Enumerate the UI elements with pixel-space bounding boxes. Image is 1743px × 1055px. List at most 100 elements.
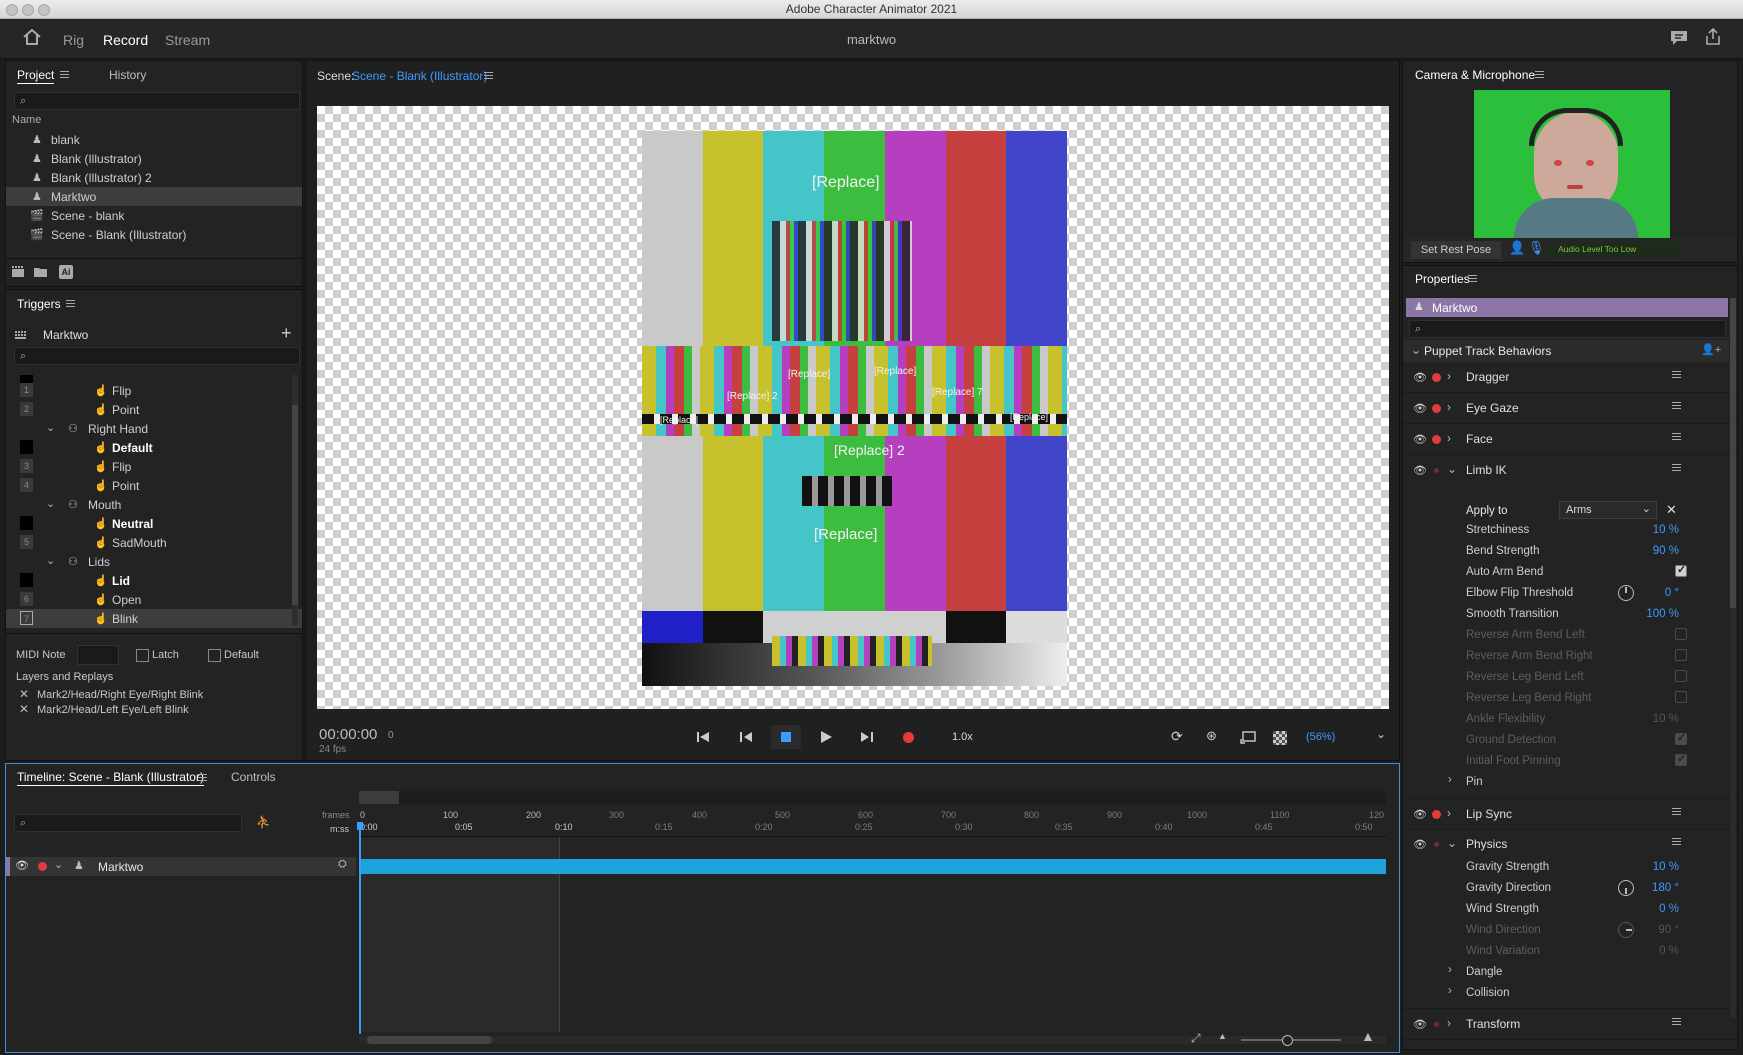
trigger-row[interactable]: ☝ Lid <box>6 571 302 590</box>
dangle-group-row[interactable]: › Dangle <box>1403 963 1737 982</box>
stop-button[interactable] <box>771 725 801 749</box>
triggers-menu-icon[interactable] <box>66 300 75 307</box>
eye-icon[interactable]: 👁 <box>1413 1018 1427 1031</box>
chevron-right-icon[interactable]: › <box>1448 964 1452 976</box>
track-options-icon[interactable]: ⛭ <box>338 858 347 871</box>
behavior-menu-icon[interactable] <box>1672 838 1681 845</box>
behavior-row[interactable]: 👁 › Eye Gaze <box>1403 393 1737 424</box>
remove-layer-icon[interactable]: ✕ <box>19 702 29 716</box>
record-arm-icon[interactable] <box>1434 468 1439 473</box>
chevron-down-icon[interactable]: ⌄ <box>1447 462 1457 476</box>
trigger-group-row[interactable]: ⌄ ⚇ Mouth <box>6 495 302 514</box>
chevron-right-icon[interactable]: › <box>1447 1016 1451 1030</box>
timeline-scrollbar[interactable] <box>359 1036 1386 1044</box>
add-behavior-icon[interactable]: 👤+ <box>1701 343 1721 356</box>
behavior-menu-icon[interactable] <box>1672 1018 1681 1025</box>
behavior-menu-icon[interactable] <box>1672 402 1681 409</box>
chevron-down-icon[interactable]: ⌄ <box>54 858 63 871</box>
zoom-level[interactable]: (56%) <box>1306 731 1335 743</box>
triggers-scrollbar[interactable] <box>292 375 298 625</box>
step-forward-icon[interactable] <box>861 731 874 743</box>
project-item[interactable]: ♟ Blank (Illustrator) 2 <box>6 168 302 187</box>
chevron-right-icon[interactable]: › <box>1447 806 1451 820</box>
midi-note-input[interactable] <box>77 645 119 665</box>
trigger-row[interactable]: 4 ☝ Point <box>6 476 302 495</box>
tab-controls[interactable]: Controls <box>231 770 276 784</box>
import-illustrator-icon[interactable]: Ai <box>59 265 73 279</box>
record-arm-icon[interactable] <box>1432 435 1441 444</box>
chevron-down-icon[interactable]: ⌄ <box>1447 836 1457 850</box>
clear-apply-to-icon[interactable]: ✕ <box>1666 502 1677 518</box>
timeline-track-row[interactable]: 👁 ⌄ ♟ Marktwo ⛭ <box>6 857 356 876</box>
chevron-right-icon[interactable]: › <box>1448 985 1452 997</box>
record-arm-icon[interactable] <box>1434 1022 1439 1027</box>
eye-icon[interactable]: 👁 <box>1413 838 1427 851</box>
share-icon[interactable] <box>1705 28 1721 46</box>
trigger-row[interactable]: 7 ☝ Blink <box>6 609 302 628</box>
property-value[interactable]: 90 % <box>1653 545 1679 557</box>
timecode-display[interactable]: 00:00:00 <box>319 726 377 743</box>
folder-icon[interactable] <box>33 266 48 278</box>
work-area-bar[interactable] <box>359 791 1386 804</box>
play-icon[interactable] <box>821 731 832 743</box>
auto-arm-bend-checkbox[interactable] <box>1675 563 1687 577</box>
behavior-row[interactable]: 👁 › Transform <box>1403 1008 1737 1040</box>
trigger-group-row[interactable]: ⌄ ⚇ Lids <box>6 552 302 571</box>
angle-dial-icon[interactable] <box>1618 585 1634 601</box>
microphone-icon[interactable]: 🎙 <box>1528 240 1545 256</box>
apply-to-select[interactable]: Arms ⌄ <box>1559 501 1657 519</box>
properties-menu-icon[interactable] <box>1468 275 1477 282</box>
record-arm-icon[interactable] <box>1432 404 1441 413</box>
zoom-slider-handle[interactable] <box>1282 1035 1293 1046</box>
tab-project[interactable]: Project <box>17 68 55 84</box>
playhead-handle[interactable] <box>357 822 363 830</box>
trigger-row[interactable]: 3 ☝ Flip <box>6 457 302 476</box>
chevron-right-icon[interactable]: › <box>1447 431 1451 445</box>
record-arm-icon[interactable] <box>38 862 47 871</box>
behavior-menu-icon[interactable] <box>1672 371 1681 378</box>
chevron-right-icon[interactable]: › <box>1447 400 1451 414</box>
chevron-down-icon[interactable]: ⌄ <box>46 421 55 434</box>
trigger-row[interactable]: 2 ☝ Point <box>6 400 302 419</box>
eye-icon[interactable]: 👁 <box>1413 371 1427 384</box>
property-value[interactable]: 0 % <box>1659 903 1679 915</box>
behavior-row[interactable]: 👁 › Lip Sync <box>1403 798 1737 830</box>
record-arm-icon[interactable] <box>1432 373 1441 382</box>
property-value[interactable]: 10 % <box>1653 861 1679 873</box>
step-back-icon[interactable] <box>740 731 753 743</box>
behavior-row-physics[interactable]: 👁 ⌄ Physics <box>1403 829 1737 859</box>
behavior-menu-icon[interactable] <box>1672 464 1681 471</box>
behaviors-section-header[interactable]: ⌄ Puppet Track Behaviors 👤+ <box>1403 340 1729 362</box>
fit-timeline-icon[interactable]: ⤢ <box>1191 1031 1201 1046</box>
zoom-in-icon[interactable]: ▲ <box>1361 1028 1375 1044</box>
tab-history[interactable]: History <box>109 68 146 82</box>
display-output-icon[interactable] <box>1240 731 1256 744</box>
properties-search-input[interactable]: ⌕ <box>1409 320 1726 338</box>
playback-speed[interactable]: 1.0x <box>952 731 973 743</box>
eye-icon[interactable]: 👁 <box>1413 402 1427 415</box>
zoom-out-icon[interactable]: ▲ <box>1218 1031 1227 1041</box>
eye-icon[interactable]: 👁 <box>1413 464 1427 477</box>
feedback-icon[interactable] <box>1670 30 1688 46</box>
trigger-row[interactable]: 1 ☝ Flip <box>6 381 302 400</box>
tab-timeline[interactable]: Timeline: Scene - Blank (Illustrator) <box>17 770 204 786</box>
project-item[interactable]: ♟ Marktwo <box>6 187 302 206</box>
new-scene-icon[interactable] <box>11 266 25 278</box>
property-value[interactable]: 180 ° <box>1652 882 1679 894</box>
angle-dial-icon[interactable] <box>1618 880 1634 896</box>
property-row[interactable]: Auto Arm Bend <box>1403 563 1737 582</box>
camera-toggle-icon[interactable]: 👤 <box>1509 240 1525 256</box>
scene-canvas[interactable]: [Replace] [Replace] 2 [Replace] [Replace… <box>317 106 1389 709</box>
set-rest-pose-button[interactable]: Set Rest Pose <box>1411 241 1501 259</box>
property-row[interactable]: Gravity Strength 10 % <box>1403 858 1737 877</box>
property-row[interactable]: Stretchiness 10 % <box>1403 521 1737 540</box>
default-checkbox[interactable] <box>208 649 221 662</box>
property-row[interactable]: Bend Strength 90 % <box>1403 542 1737 561</box>
timeline-menu-icon[interactable] <box>198 774 207 781</box>
project-column-name[interactable]: Name <box>12 114 41 126</box>
time-ruler[interactable]: 0 100 200 300 400 500 600 700 800 900 10… <box>359 806 1386 837</box>
transparency-grid-icon[interactable] <box>1273 731 1287 745</box>
chevron-right-icon[interactable]: › <box>1447 369 1451 383</box>
camera-menu-icon[interactable] <box>1535 71 1544 78</box>
add-trigger-icon[interactable]: + <box>281 323 292 344</box>
